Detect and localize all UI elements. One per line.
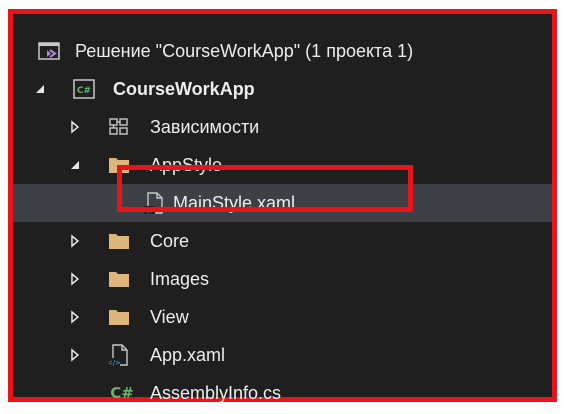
svg-text:</>: </> xyxy=(144,207,156,214)
tree-item-label: Core xyxy=(150,230,190,251)
xaml-file-icon: </> xyxy=(108,344,130,366)
tree-item-label: Зависимости xyxy=(150,116,260,137)
tree-item-app-xaml[interactable]: </> App.xaml xyxy=(13,336,552,374)
tree-item-appstyle[interactable]: AppStyle xyxy=(13,146,552,184)
tree-item-label: Images xyxy=(150,268,210,289)
tree-item-dependencies[interactable]: Зависимости xyxy=(13,108,552,146)
expanded-arrow-icon[interactable] xyxy=(68,158,82,172)
tree-item-core[interactable]: Core xyxy=(13,222,552,260)
collapsed-arrow-icon[interactable] xyxy=(68,234,82,248)
collapsed-arrow-icon[interactable] xyxy=(68,120,82,134)
tree-item-label: MainStyle.xaml xyxy=(173,192,296,213)
folder-icon xyxy=(108,268,130,290)
solution-explorer-panel: Решение "CourseWorkApp" (1 проекта 1) C#… xyxy=(8,9,557,403)
project-label: CourseWorkApp xyxy=(113,78,255,99)
tree-item-images[interactable]: Images xyxy=(13,260,552,298)
solution-label: Решение "CourseWorkApp" (1 проекта 1) xyxy=(75,40,414,61)
project-node[interactable]: C# CourseWorkApp xyxy=(13,70,552,108)
solution-icon xyxy=(38,40,60,62)
folder-icon xyxy=(108,154,130,176)
dependencies-icon xyxy=(108,116,130,138)
collapsed-arrow-icon[interactable] xyxy=(68,310,82,324)
collapsed-arrow-icon[interactable] xyxy=(68,272,82,286)
svg-text:</>: </> xyxy=(109,359,121,366)
tree-item-label: View xyxy=(150,306,189,327)
collapsed-arrow-icon[interactable] xyxy=(68,348,82,362)
folder-icon xyxy=(108,230,130,252)
expanded-arrow-icon[interactable] xyxy=(33,82,47,96)
folder-icon xyxy=(108,306,130,328)
tree-item-mainstyle-xaml[interactable]: </> MainStyle.xaml xyxy=(13,184,552,222)
xaml-file-icon: </> xyxy=(143,192,165,214)
tree-item-assemblyinfo[interactable]: C# AssemblyInfo.cs xyxy=(13,374,552,412)
tree-item-label: App.xaml xyxy=(150,344,226,365)
tree-item-label: AppStyle xyxy=(150,154,223,175)
csharp-project-icon: C# xyxy=(73,78,95,100)
tree-item-label: AssemblyInfo.cs xyxy=(150,382,282,403)
project-badge: C# xyxy=(77,86,91,96)
csharp-badge: C# xyxy=(110,384,134,402)
csharp-file-icon: C# xyxy=(108,382,136,404)
tree-item-view[interactable]: View xyxy=(13,298,552,336)
solution-node[interactable]: Решение "CourseWorkApp" (1 проекта 1) xyxy=(13,32,552,70)
